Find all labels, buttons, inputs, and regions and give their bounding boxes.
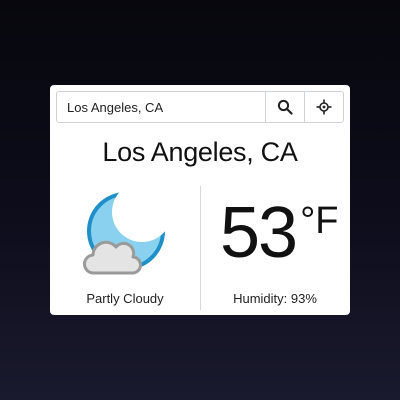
- partly-cloudy-night-icon: [78, 189, 174, 285]
- locate-button[interactable]: [304, 92, 343, 122]
- humidity-text: Humidity: 93%: [233, 291, 317, 306]
- search-input[interactable]: [57, 92, 265, 122]
- crosshair-locate-icon: [316, 99, 332, 115]
- search-bar: [56, 91, 344, 123]
- city-name: Los Angeles, CA: [102, 137, 298, 167]
- temperature-value: 53: [220, 193, 298, 273]
- temperature: 53 °F: [220, 195, 339, 271]
- search-icon: [277, 99, 293, 115]
- weather-condition: Partly Cloudy: [86, 291, 164, 306]
- search-button[interactable]: [265, 92, 304, 122]
- temperature-unit: °F: [300, 200, 339, 242]
- weather-card: Los Angeles, CA Partly Cloudy 53 °F Humi…: [50, 85, 350, 315]
